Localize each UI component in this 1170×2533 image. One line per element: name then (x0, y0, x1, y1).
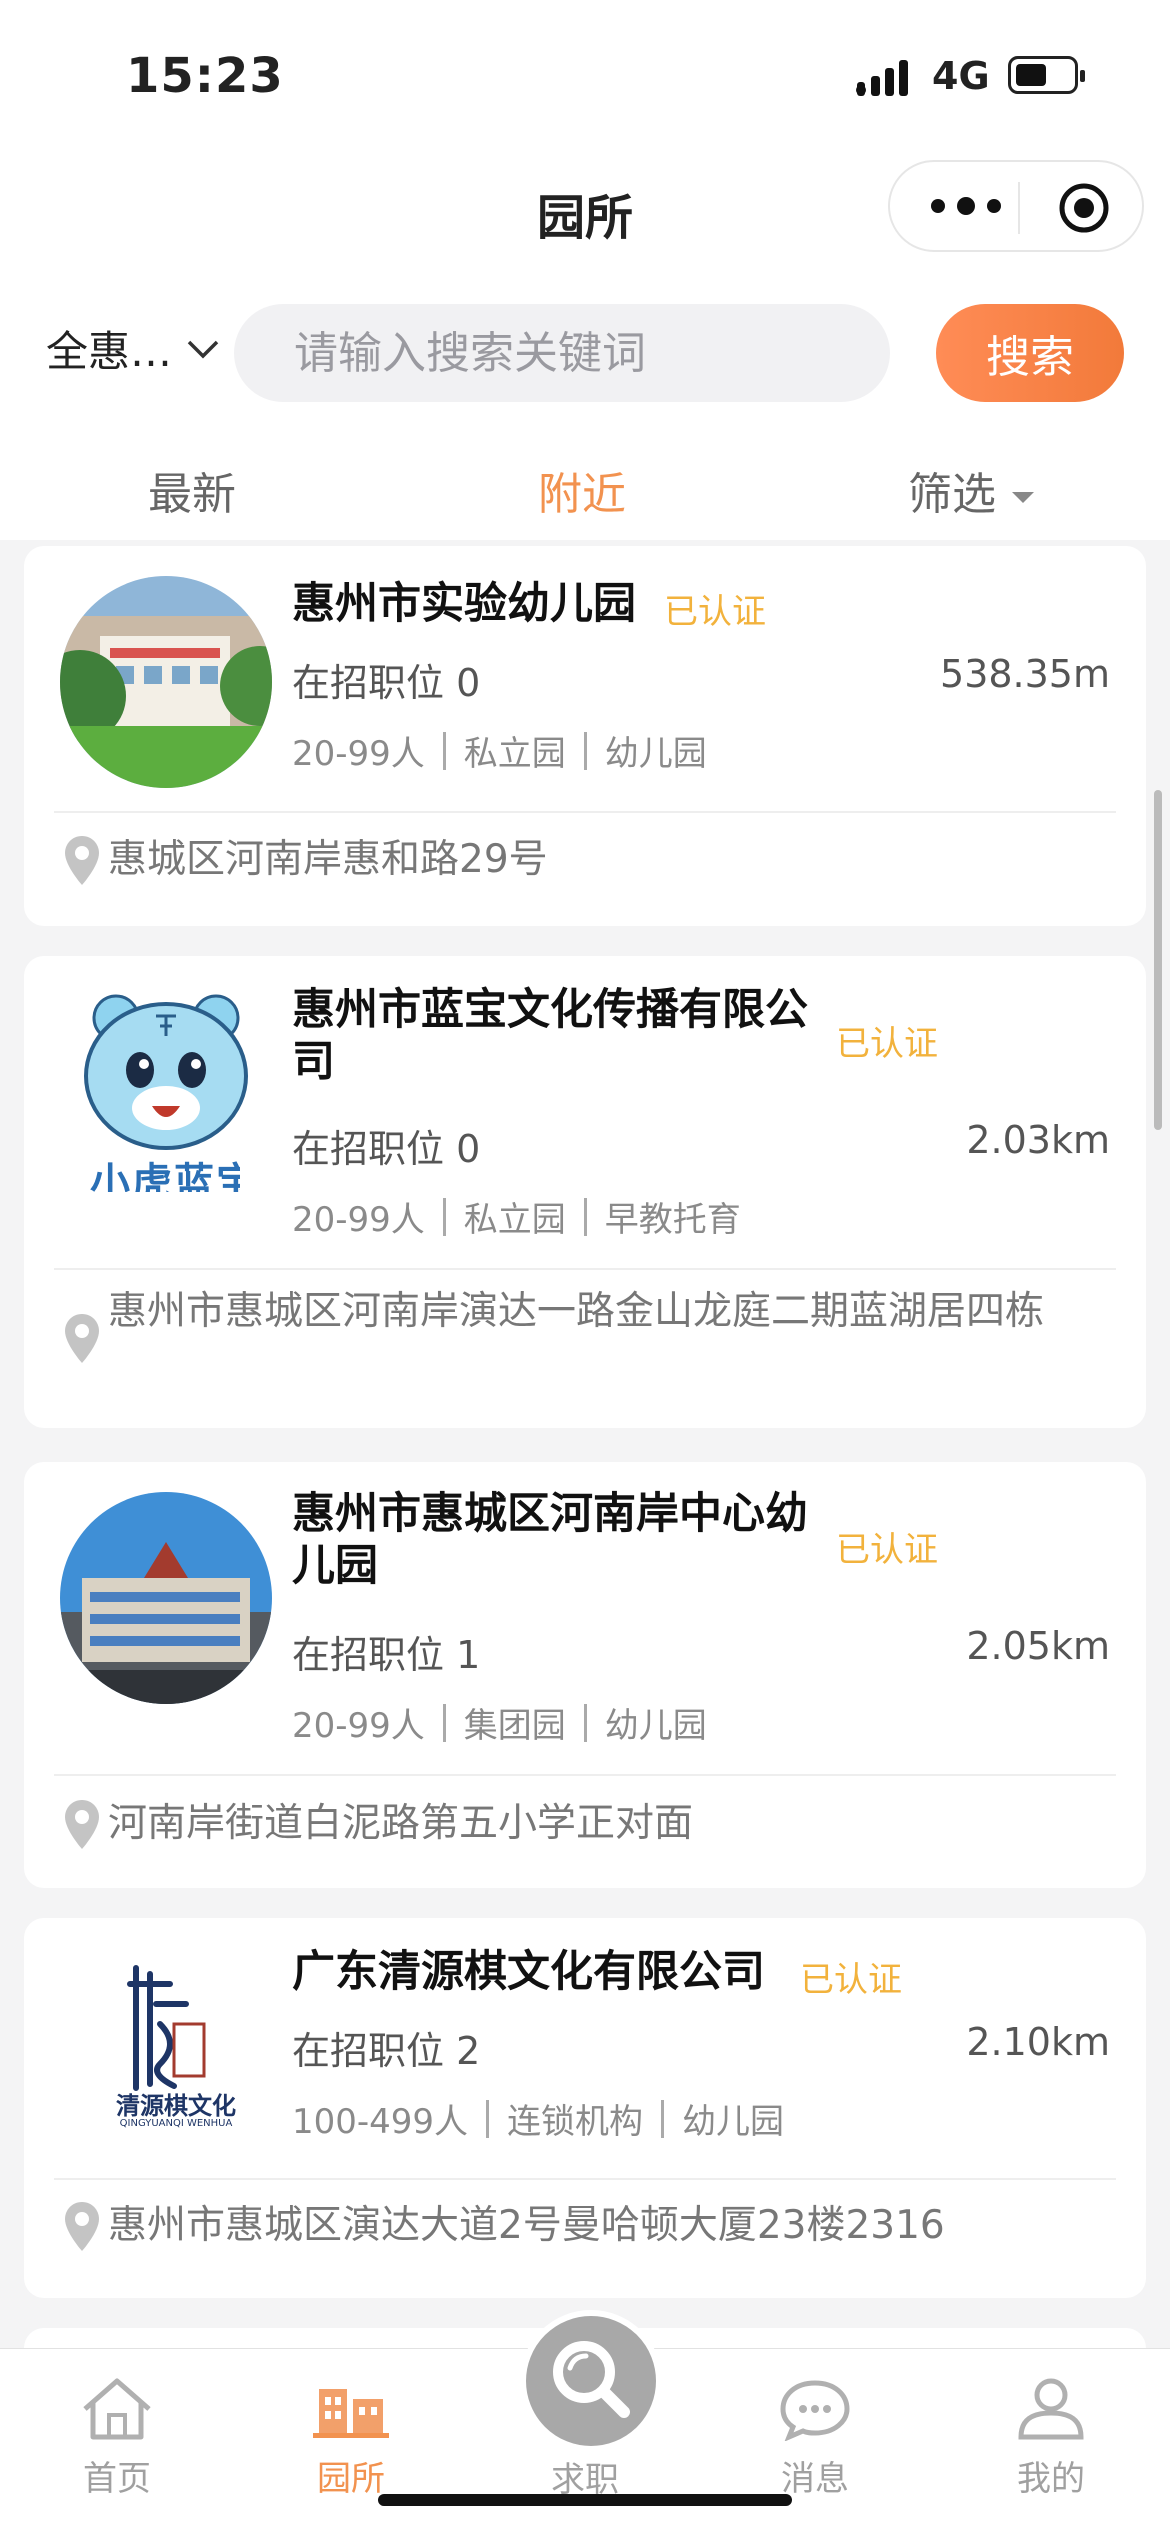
nav-job-search-button[interactable] (520, 2310, 662, 2452)
meta-divider (583, 731, 587, 770)
home-icon (83, 2378, 151, 2440)
listing-meta: 20-99人 私立园 幼儿园 (292, 726, 707, 775)
capsule-divider (1018, 182, 1020, 234)
listing-card[interactable]: 小虎蓝宝 惠州市蓝宝文化传播有限公司 已认证 在招职位 0 2.03km 20-… (24, 956, 1146, 1428)
nav-messages[interactable]: 消息 (740, 2375, 890, 2500)
nav-label: 园所 (317, 2459, 385, 2499)
tab-latest[interactable]: 最新 (148, 458, 236, 522)
distance: 538.35m (940, 652, 1110, 696)
school-type: 私立园 (463, 734, 566, 774)
category: 幼儿园 (604, 734, 707, 774)
school-type: 连锁机构 (507, 2102, 644, 2142)
mini-program-capsule (888, 160, 1144, 252)
search-button[interactable]: 搜索 (936, 304, 1124, 402)
open-positions: 在招职位 0 (292, 1127, 481, 1171)
school-type: 私立园 (463, 1200, 566, 1240)
nav-profile[interactable]: 我的 (976, 2375, 1126, 2500)
category: 幼儿园 (604, 1706, 707, 1746)
distance: 2.05km (966, 1624, 1110, 1668)
school-icon (313, 2389, 389, 2438)
close-target-icon[interactable] (1058, 182, 1110, 234)
card-divider (54, 1268, 1116, 1270)
nav-label: 消息 (781, 2459, 849, 2499)
verified-badge: 已认证 (836, 1024, 938, 1064)
home-indicator (378, 2494, 792, 2506)
location-pin-icon (65, 836, 99, 885)
filter-tabs: 最新 附近 筛选 (0, 430, 1170, 540)
distance: 2.03km (966, 1118, 1110, 1162)
tab-filter[interactable]: 筛选 (908, 458, 1034, 522)
category: 幼儿园 (682, 2102, 785, 2142)
meta-divider (583, 1197, 587, 1236)
logo-brand-text: 清源棋文化 (116, 2092, 236, 2120)
logo-brand-subtext: QINGYUANQI WENHUA (119, 2118, 233, 2129)
listing-card[interactable]: 清源棋文化 QINGYUANQI WENHUA 广东清源棋文化有限公司 已认证 … (24, 1918, 1146, 2298)
profile-icon (1018, 2378, 1084, 2440)
status-time: 15:23 (126, 48, 284, 104)
location-pin-icon (65, 1314, 99, 1363)
nav-label: 首页 (83, 2459, 151, 2499)
signal-icon (856, 60, 908, 96)
listing-card[interactable]: 惠州市惠城区河南岸中心幼儿园 已认证 在招职位 1 2.05km 20-99人 … (24, 1462, 1146, 1888)
listing-meta: 20-99人 集团园 幼儿园 (292, 1698, 707, 1747)
more-icon[interactable] (926, 196, 1006, 216)
scrollbar[interactable] (1154, 790, 1162, 1130)
card-divider (54, 1774, 1116, 1776)
listing-meta: 100-499人 连锁机构 幼儿园 (292, 2094, 784, 2143)
location-pin-icon (65, 1800, 99, 1849)
verified-badge: 已认证 (800, 1960, 902, 2000)
meta-divider (661, 2099, 665, 2138)
meta-divider (442, 1197, 446, 1236)
listing-name: 惠州市惠城区河南岸中心幼儿园 (292, 1489, 808, 1591)
listing-logo (60, 576, 272, 788)
open-positions: 在招职位 1 (292, 1633, 481, 1677)
meta-divider (442, 731, 446, 770)
location-pin-icon (65, 2202, 99, 2251)
status-bar: 15:23 4G (0, 0, 1170, 150)
region-label: 全惠… (46, 327, 173, 376)
category: 早教托育 (604, 1200, 741, 1240)
verified-badge: 已认证 (836, 1530, 938, 1570)
open-positions: 在招职位 2 (292, 2029, 481, 2073)
search-icon (553, 2341, 630, 2418)
building-photo-icon (60, 1492, 272, 1704)
listing-logo (60, 1492, 272, 1704)
nav-label: 我的 (1017, 2459, 1085, 2499)
school-type: 集团园 (463, 1706, 566, 1746)
logo-brand-text: 小虎蓝宝 (90, 1160, 240, 1192)
staff-size: 100-499人 (292, 2102, 469, 2142)
caret-down-icon (1012, 491, 1034, 503)
listing-address: 惠州市惠城区河南岸演达一路金山龙庭二期蓝湖居四栋 (108, 1289, 1045, 1334)
kindergarten-photo-icon (60, 576, 272, 788)
open-positions: 在招职位 0 (292, 661, 481, 705)
region-selector[interactable]: 全惠… (46, 318, 220, 379)
card-divider (54, 2178, 1116, 2180)
meta-divider (486, 2099, 490, 2138)
listing-card[interactable]: 惠州市实验幼儿园 已认证 在招职位 0 538.35m 20-99人 私立园 幼… (24, 546, 1146, 926)
search-input[interactable] (234, 304, 890, 402)
message-icon (780, 2380, 850, 2441)
listing-address: 河南岸街道白泥路第五小学正对面 (108, 1801, 694, 1846)
nav-home[interactable]: 首页 (42, 2375, 192, 2500)
staff-size: 20-99人 (292, 1706, 425, 1746)
battery-icon (1008, 56, 1085, 94)
distance: 2.10km (966, 2020, 1110, 2064)
listing-name: 惠州市蓝宝文化传播有限公司 (292, 985, 808, 1087)
staff-size: 20-99人 (292, 1200, 425, 1240)
listing-address: 惠州市惠城区演达大道2号曼哈顿大厦23楼2316 (108, 2203, 945, 2248)
tab-nearby[interactable]: 附近 (538, 458, 626, 522)
listing-name: 广东清源棋文化有限公司 (292, 1947, 765, 1997)
top-bar: 15:23 4G 园所 全惠… 搜索 最新 附近 筛选 (0, 0, 1170, 540)
card-divider (54, 811, 1116, 813)
listing-address: 惠城区河南岸惠和路29号 (108, 837, 548, 882)
meta-divider (442, 1703, 446, 1742)
chevron-down-icon (187, 340, 219, 358)
verified-badge: 已认证 (664, 592, 766, 632)
staff-size: 20-99人 (292, 734, 425, 774)
network-type: 4G (932, 54, 990, 98)
listing-meta: 20-99人 私立园 早教托育 (292, 1192, 741, 1241)
nav-schools[interactable]: 园所 (276, 2375, 426, 2500)
listing-name: 惠州市实验幼儿园 (292, 579, 636, 629)
meta-divider (583, 1703, 587, 1742)
